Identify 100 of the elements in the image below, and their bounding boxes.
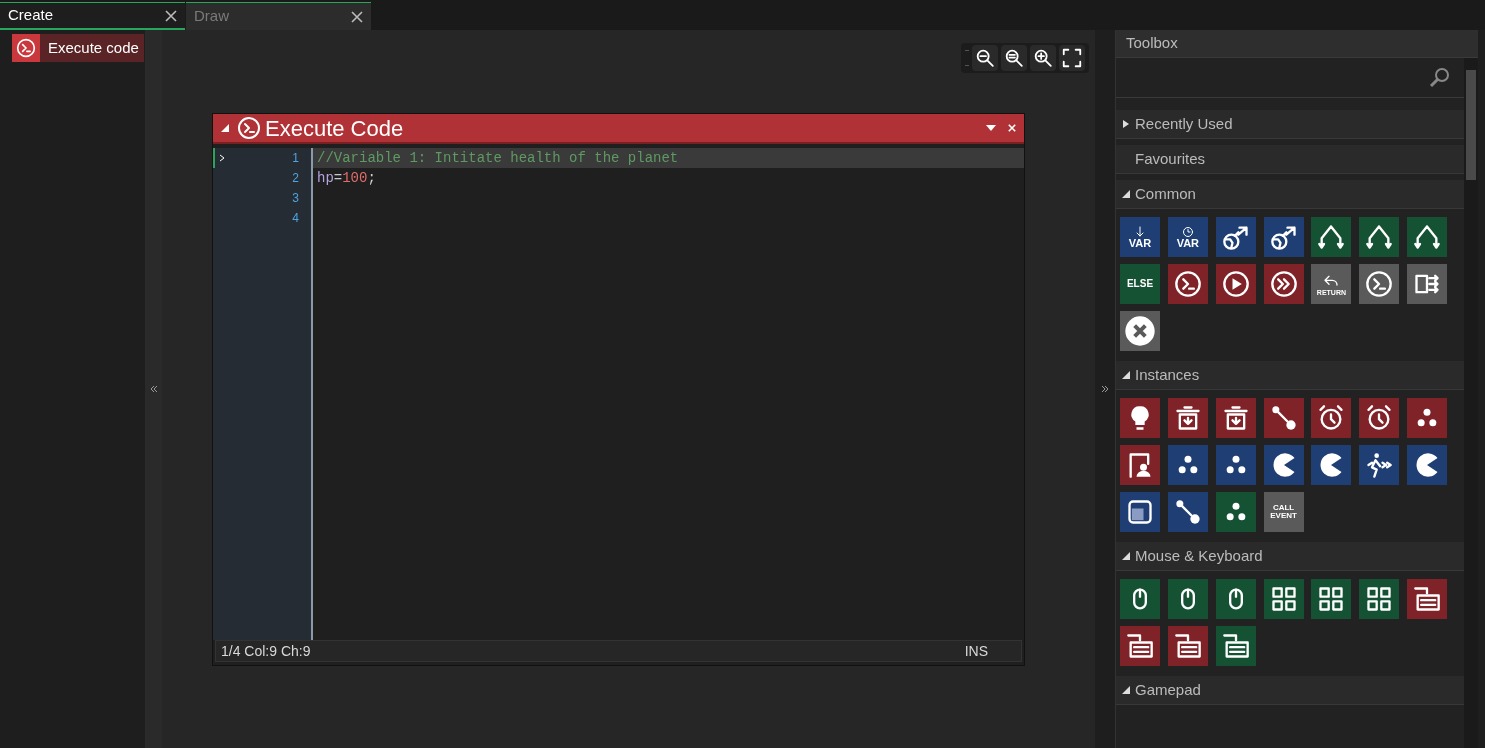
- toolbox-action[interactable]: [1215, 579, 1256, 619]
- runner-icon: [1365, 451, 1394, 479]
- toolbox-action[interactable]: [1359, 264, 1400, 304]
- line-number: 4: [292, 210, 299, 227]
- keyboard-icon: [1221, 632, 1250, 660]
- event-item[interactable]: Execute code: [12, 34, 144, 62]
- toolbox-action[interactable]: [1311, 217, 1352, 257]
- collapsed-icon: [1122, 120, 1130, 128]
- toolbox-action[interactable]: [1120, 445, 1160, 485]
- section-header[interactable]: Favourites: [1116, 145, 1464, 174]
- toolbox-action[interactable]: [1120, 398, 1160, 438]
- cursor-position: 1/4 Col:9 Ch:9: [221, 641, 311, 661]
- panel-title: Toolbox: [1126, 33, 1178, 54]
- grid-icon: [1269, 585, 1298, 613]
- line-number: 3: [292, 190, 299, 207]
- layered-square-icon: [1126, 498, 1154, 526]
- nodes-icon: [1173, 498, 1202, 526]
- section-header[interactable]: Common: [1116, 180, 1464, 209]
- globe-arrow-icon: [1221, 223, 1250, 251]
- alarm-clock-icon: [1365, 404, 1394, 432]
- toolbox-action[interactable]: VAR: [1167, 217, 1208, 257]
- branch-icon: [1413, 223, 1442, 251]
- zoom-reset-icon[interactable]: [1001, 45, 1027, 71]
- toolbox-action[interactable]: [1263, 398, 1304, 438]
- toolbox-action[interactable]: [1120, 579, 1160, 619]
- toolbox-action[interactable]: [1215, 492, 1256, 532]
- toolbox-action[interactable]: [1407, 579, 1448, 619]
- toolbox-action[interactable]: [1120, 492, 1160, 532]
- toolbox-action[interactable]: [1120, 626, 1160, 666]
- line-number: 2: [292, 170, 299, 187]
- toolbox-action[interactable]: [1167, 492, 1208, 532]
- search-icon[interactable]: [1428, 65, 1452, 90]
- scrollbar[interactable]: [1464, 58, 1478, 748]
- toolbox-action[interactable]: [1120, 311, 1160, 351]
- insert-mode: INS: [964, 641, 988, 661]
- section-header[interactable]: Mouse & Keyboard: [1116, 542, 1464, 571]
- window-title: Execute Code: [265, 114, 404, 143]
- zoom-out-icon[interactable]: [972, 45, 998, 71]
- globe-arrow-icon: [1269, 223, 1298, 251]
- toolbox-action[interactable]: [1215, 626, 1256, 666]
- toolbox-action[interactable]: [1215, 445, 1256, 485]
- toolbox-action[interactable]: [1167, 398, 1208, 438]
- section-header[interactable]: Recently Used: [1116, 110, 1464, 139]
- fast-forward-icon: [1269, 270, 1298, 298]
- console-icon: [1365, 270, 1394, 298]
- line-number: 1: [292, 150, 299, 167]
- expanded-icon: [1122, 552, 1130, 560]
- toolbox-action[interactable]: [1311, 445, 1352, 485]
- toolbox-action[interactable]: [1407, 445, 1448, 485]
- console-icon: [237, 116, 261, 140]
- tab[interactable]: Create: [0, 2, 185, 30]
- expanded-icon: [1122, 371, 1130, 379]
- keyboard-icon: [1173, 632, 1202, 660]
- toolbox-action[interactable]: [1215, 398, 1256, 438]
- collapse-left-icon[interactable]: [148, 384, 159, 394]
- toolbox-action[interactable]: [1359, 579, 1400, 619]
- code-line: hp=100;: [317, 168, 376, 188]
- toolbox-action[interactable]: [1167, 264, 1208, 304]
- collapse-right-icon[interactable]: [1100, 384, 1110, 394]
- fullscreen-icon[interactable]: [1059, 45, 1085, 71]
- toolbox-action[interactable]: VAR: [1120, 217, 1160, 257]
- toolbox-action[interactable]: CALL EVENT: [1263, 492, 1304, 532]
- toolbox-action[interactable]: [1215, 264, 1256, 304]
- close-icon[interactable]: [165, 9, 177, 22]
- toolbox-action[interactable]: [1359, 445, 1400, 485]
- section-header[interactable]: Gamepad: [1116, 676, 1464, 705]
- toolbox-action[interactable]: [1167, 579, 1208, 619]
- trash-icon: [1221, 404, 1250, 432]
- toolbox-action[interactable]: [1263, 445, 1304, 485]
- zoom-in-icon[interactable]: [1030, 45, 1056, 71]
- toolbox-action[interactable]: [1311, 579, 1352, 619]
- toolbox-action[interactable]: [1407, 217, 1448, 257]
- expanded-icon: [1122, 686, 1130, 694]
- keyboard-icon: [1413, 585, 1442, 613]
- alarm-clock-icon: [1317, 404, 1346, 432]
- toolbox-action[interactable]: [1263, 217, 1304, 257]
- nodes-icon: [1269, 404, 1298, 432]
- toolbox-action[interactable]: [1263, 579, 1304, 619]
- close-icon: [1124, 315, 1156, 347]
- console-icon: [1173, 270, 1202, 298]
- collapse-icon[interactable]: [221, 124, 229, 132]
- toolbox-action[interactable]: [1167, 445, 1208, 485]
- close-icon[interactable]: [351, 10, 363, 23]
- play-icon: [1221, 270, 1250, 298]
- toolbox-action[interactable]: [1407, 398, 1448, 438]
- tab-label: Create: [8, 5, 54, 26]
- console-icon: [16, 38, 36, 58]
- dropdown-icon[interactable]: [986, 124, 996, 132]
- grid-icon: [1365, 585, 1394, 613]
- trash-icon: [1173, 404, 1202, 432]
- toolbox-action[interactable]: [1311, 398, 1352, 438]
- toolbox-action[interactable]: [1359, 398, 1400, 438]
- toolbox-action[interactable]: [1359, 217, 1400, 257]
- toolbox-action[interactable]: [1407, 264, 1448, 304]
- section-header[interactable]: Instances: [1116, 361, 1464, 390]
- toolbox-action[interactable]: [1215, 217, 1256, 257]
- toolbox-action[interactable]: ELSE: [1120, 264, 1160, 304]
- grid-icon: [1317, 585, 1346, 613]
- toolbox-action[interactable]: [1167, 626, 1208, 666]
- toolbox-action[interactable]: [1263, 264, 1304, 304]
